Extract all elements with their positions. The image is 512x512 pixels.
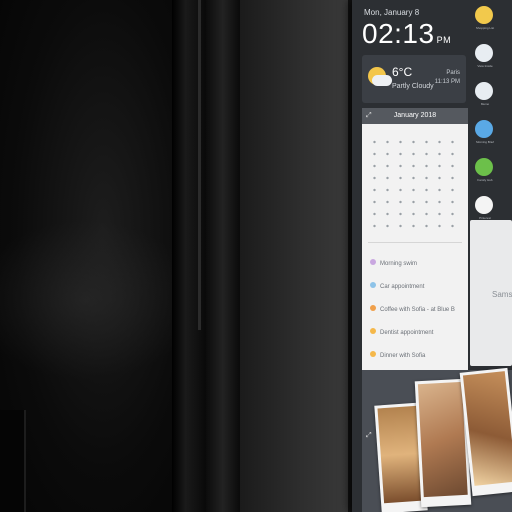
weather-city: Paris: [446, 70, 460, 76]
app-column: Shopping List View Inside Memo Morning Brie…: [472, 6, 502, 234]
app-label: Morning Brief: [476, 140, 494, 144]
calendar-divider: [368, 242, 462, 243]
app-shortcut[interactable]: Shopping List: [472, 6, 502, 44]
app-shortcut[interactable]: Family Hub: [472, 158, 502, 196]
cloud-icon: [372, 75, 392, 86]
calendar-event[interactable]: Coffee with Sofia - at Blue B: [368, 302, 466, 325]
event-label: Coffee with Sofia - at Blue B: [380, 307, 455, 313]
weather-condition: Partly Cloudy: [392, 83, 434, 90]
event-label: Car appointment: [380, 284, 425, 290]
door-bracket: [0, 410, 26, 512]
expand-icon[interactable]: ⤢: [366, 432, 372, 440]
event-dot-icon: [370, 282, 376, 288]
family-hub-screen: Mon, January 8 02:13 PM 6°C Partly Cloudy…: [352, 0, 512, 512]
weather-city-time: 11:13 PM: [434, 79, 460, 85]
view-inside-icon: [475, 44, 493, 62]
clock: 02:13 PM: [362, 18, 451, 50]
right-door-handle: [206, 0, 240, 512]
calendar-header: ⤢ January 2018: [362, 108, 468, 124]
memo-icon: [475, 82, 493, 100]
door-reflection: [0, 220, 200, 380]
calendar-grid[interactable]: [368, 136, 462, 232]
event-dot-icon: [370, 328, 376, 334]
calendar-event[interactable]: Car appointment: [368, 279, 466, 302]
morning-brief-icon: [475, 120, 493, 138]
app-label: Family Hub: [477, 178, 493, 182]
event-label: Morning swim: [380, 261, 418, 267]
event-label: Dinner with Sofia: [380, 353, 426, 359]
app-shortcut[interactable]: Morning Brief: [472, 120, 502, 158]
app-shortcut[interactable]: Memo: [472, 82, 502, 120]
calendar-event[interactable]: Dinner with Sofia: [368, 348, 466, 371]
app-label: Shopping List: [475, 26, 495, 30]
pinterest-icon: [475, 196, 493, 214]
event-label: Dentist appointment: [380, 330, 434, 336]
clock-time: 02:13: [362, 18, 435, 49]
event-dot-icon: [370, 259, 376, 265]
right-fridge-door: [240, 0, 352, 512]
weather-widget[interactable]: 6°C Partly Cloudy Paris 11:13 PM: [362, 55, 466, 103]
app-label: View Inside: [477, 64, 493, 68]
date-text: Mon, January 8: [364, 8, 420, 17]
clock-ampm: PM: [436, 35, 452, 45]
photo-brand-text: Samsu: [492, 290, 512, 299]
event-dot-icon: [370, 351, 376, 357]
photo-panel[interactable]: Samsu: [470, 220, 512, 366]
event-dot-icon: [370, 305, 376, 311]
app-shortcut[interactable]: View Inside: [472, 44, 502, 82]
refrigerator-scene: Mon, January 8 02:13 PM 6°C Partly Cloudy…: [0, 0, 512, 512]
app-label: Memo: [480, 102, 490, 106]
weather-temperature: 6°C: [392, 65, 413, 79]
calendar-event[interactable]: Morning swim: [368, 256, 466, 279]
weather-location: Paris 11:13 PM: [435, 69, 460, 87]
family-hub-icon: [475, 158, 493, 176]
shopping-list-icon: [475, 6, 493, 24]
handle-highlight: [198, 0, 201, 330]
calendar-event[interactable]: Dentist appointment: [368, 325, 466, 348]
calendar-month: January 2018: [393, 112, 437, 119]
photo-collage[interactable]: ⤢: [362, 367, 512, 512]
